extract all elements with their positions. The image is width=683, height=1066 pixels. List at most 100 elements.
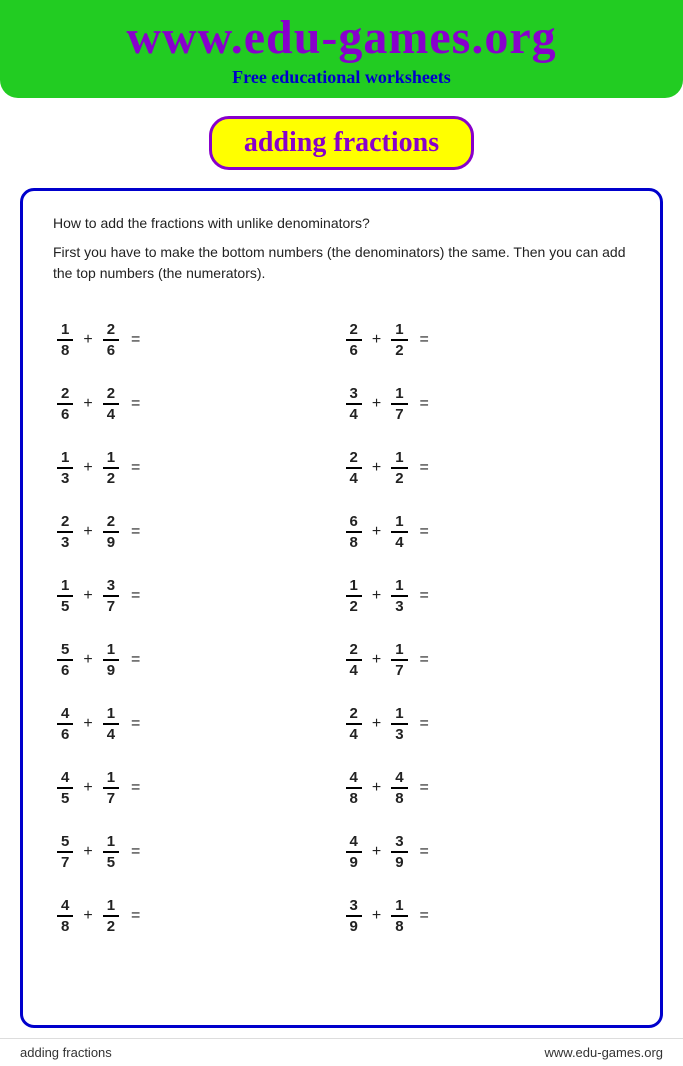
plus-sign: + bbox=[372, 907, 381, 925]
equals-sign: = bbox=[420, 523, 429, 541]
problem-right-2: 2 4 + 1 2 = bbox=[342, 436, 631, 500]
plus-sign: + bbox=[372, 779, 381, 797]
footer-right: www.edu-games.org bbox=[545, 1045, 664, 1060]
plus-sign: + bbox=[83, 715, 92, 733]
fraction: 1 7 bbox=[103, 769, 119, 807]
fraction: 1 7 bbox=[391, 385, 407, 423]
fraction: 1 4 bbox=[391, 513, 407, 551]
fraction: 1 2 bbox=[103, 897, 119, 935]
footer-left: adding fractions bbox=[20, 1045, 112, 1060]
fraction: 2 6 bbox=[57, 385, 73, 423]
fraction: 2 4 bbox=[346, 641, 362, 679]
instructions: How to add the fractions with unlike den… bbox=[53, 213, 630, 284]
plus-sign: + bbox=[372, 523, 381, 541]
instruction-2: First you have to make the bottom number… bbox=[53, 242, 630, 284]
fraction: 5 6 bbox=[57, 641, 73, 679]
problem-right-6: 2 4 + 1 3 = bbox=[342, 692, 631, 756]
fraction: 3 7 bbox=[103, 577, 119, 615]
fraction: 1 7 bbox=[391, 641, 407, 679]
site-title: www.edu-games.org bbox=[20, 12, 663, 65]
problem-right-4: 1 2 + 1 3 = bbox=[342, 564, 631, 628]
problem-right-1: 3 4 + 1 7 = bbox=[342, 372, 631, 436]
plus-sign: + bbox=[372, 587, 381, 605]
problem-left-0: 1 8 + 2 6 = bbox=[53, 308, 342, 372]
equals-sign: = bbox=[131, 843, 140, 861]
plus-sign: + bbox=[83, 843, 92, 861]
fraction: 1 4 bbox=[103, 705, 119, 743]
fraction: 1 5 bbox=[57, 577, 73, 615]
fraction: 4 8 bbox=[57, 897, 73, 935]
fraction: 1 3 bbox=[391, 577, 407, 615]
fraction: 1 2 bbox=[346, 577, 362, 615]
plus-sign: + bbox=[372, 395, 381, 413]
fraction: 2 6 bbox=[346, 321, 362, 359]
problems-grid: 1 8 + 2 6 = 2 6 + 1 2 = 2 6 bbox=[53, 308, 630, 948]
equals-sign: = bbox=[420, 331, 429, 349]
fraction: 1 9 bbox=[103, 641, 119, 679]
plus-sign: + bbox=[372, 651, 381, 669]
fraction: 5 7 bbox=[57, 833, 73, 871]
fraction: 2 4 bbox=[346, 705, 362, 743]
equals-sign: = bbox=[420, 843, 429, 861]
problem-left-3: 2 3 + 2 9 = bbox=[53, 500, 342, 564]
problem-left-7: 4 5 + 1 7 = bbox=[53, 756, 342, 820]
equals-sign: = bbox=[131, 651, 140, 669]
equals-sign: = bbox=[131, 907, 140, 925]
fraction: 4 8 bbox=[391, 769, 407, 807]
fraction: 6 8 bbox=[346, 513, 362, 551]
fraction: 3 9 bbox=[346, 897, 362, 935]
equals-sign: = bbox=[420, 395, 429, 413]
fraction: 1 5 bbox=[103, 833, 119, 871]
problem-left-2: 1 3 + 1 2 = bbox=[53, 436, 342, 500]
fraction: 3 4 bbox=[346, 385, 362, 423]
problem-left-8: 5 7 + 1 5 = bbox=[53, 820, 342, 884]
plus-sign: + bbox=[372, 843, 381, 861]
worksheet-title: adding fractions bbox=[209, 116, 474, 170]
equals-sign: = bbox=[131, 459, 140, 477]
problem-left-9: 4 8 + 1 2 = bbox=[53, 884, 342, 948]
fraction: 4 5 bbox=[57, 769, 73, 807]
fraction: 3 9 bbox=[391, 833, 407, 871]
problem-left-1: 2 6 + 2 4 = bbox=[53, 372, 342, 436]
fraction: 1 2 bbox=[103, 449, 119, 487]
equals-sign: = bbox=[131, 395, 140, 413]
problem-right-9: 3 9 + 1 8 = bbox=[342, 884, 631, 948]
fraction: 4 8 bbox=[346, 769, 362, 807]
equals-sign: = bbox=[131, 523, 140, 541]
plus-sign: + bbox=[83, 331, 92, 349]
header: www.edu-games.org Free educational works… bbox=[0, 0, 683, 98]
plus-sign: + bbox=[83, 651, 92, 669]
equals-sign: = bbox=[420, 907, 429, 925]
fraction: 1 8 bbox=[391, 897, 407, 935]
instruction-1: How to add the fractions with unlike den… bbox=[53, 213, 630, 234]
equals-sign: = bbox=[131, 587, 140, 605]
problem-right-5: 2 4 + 1 7 = bbox=[342, 628, 631, 692]
fraction: 1 2 bbox=[391, 449, 407, 487]
problem-left-5: 5 6 + 1 9 = bbox=[53, 628, 342, 692]
equals-sign: = bbox=[420, 651, 429, 669]
fraction: 1 8 bbox=[57, 321, 73, 359]
equals-sign: = bbox=[420, 715, 429, 733]
plus-sign: + bbox=[83, 459, 92, 477]
fraction: 2 9 bbox=[103, 513, 119, 551]
equals-sign: = bbox=[420, 459, 429, 477]
fraction: 4 6 bbox=[57, 705, 73, 743]
plus-sign: + bbox=[372, 459, 381, 477]
fraction: 2 6 bbox=[103, 321, 119, 359]
plus-sign: + bbox=[83, 523, 92, 541]
problem-left-6: 4 6 + 1 4 = bbox=[53, 692, 342, 756]
equals-sign: = bbox=[420, 779, 429, 797]
main-content: adding fractions How to add the fraction… bbox=[0, 98, 683, 1038]
fraction: 1 3 bbox=[57, 449, 73, 487]
problem-left-4: 1 5 + 3 7 = bbox=[53, 564, 342, 628]
plus-sign: + bbox=[83, 587, 92, 605]
problem-right-3: 6 8 + 1 4 = bbox=[342, 500, 631, 564]
equals-sign: = bbox=[131, 779, 140, 797]
problem-right-8: 4 9 + 3 9 = bbox=[342, 820, 631, 884]
fraction: 4 9 bbox=[346, 833, 362, 871]
worksheet-title-container: adding fractions bbox=[20, 116, 663, 170]
fraction: 2 4 bbox=[346, 449, 362, 487]
site-subtitle: Free educational worksheets bbox=[20, 67, 663, 88]
equals-sign: = bbox=[131, 715, 140, 733]
problem-right-7: 4 8 + 4 8 = bbox=[342, 756, 631, 820]
